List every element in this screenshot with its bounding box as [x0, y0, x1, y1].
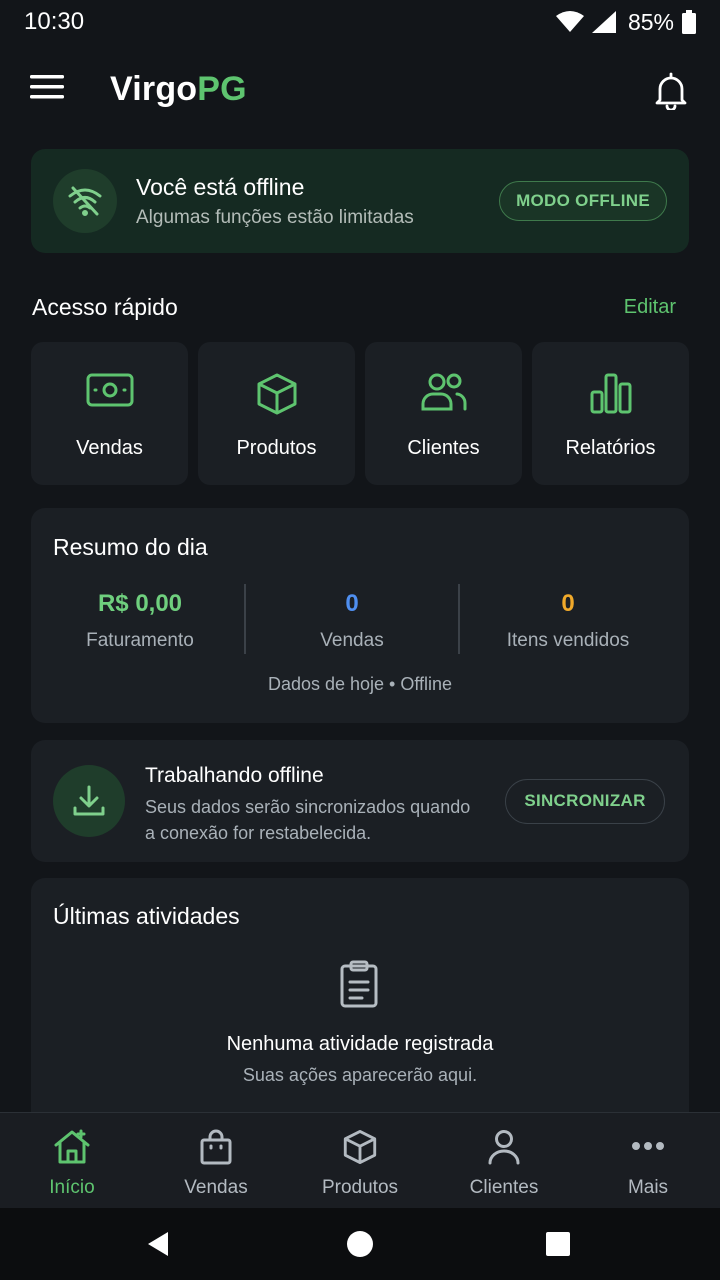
shopping-bag-icon [199, 1129, 233, 1165]
offline-mode-button[interactable]: MODO OFFLINE [499, 181, 667, 221]
box-icon [255, 372, 299, 416]
system-navigation-bar [0, 1208, 720, 1280]
bell-icon [654, 72, 690, 110]
status-icons: 85% [555, 8, 696, 36]
quick-access-relatorios[interactable]: Relatórios [532, 342, 689, 485]
status-bar: 10:30 85% [0, 0, 720, 44]
app-title-main: Virgo [110, 70, 198, 108]
home-circle-icon[interactable] [347, 1231, 373, 1257]
app-title-accent: PG [197, 70, 247, 108]
metric-sales: 0 Vendas [245, 590, 459, 652]
quick-access-label: Vendas [76, 437, 143, 459]
back-icon[interactable] [146, 1231, 170, 1257]
quick-access-label: Relatórios [565, 437, 656, 459]
battery-percentage: 85% [627, 8, 674, 35]
quick-access-label: Clientes [407, 437, 480, 459]
metric-label: Vendas [320, 630, 384, 651]
metric-value: 0 [561, 590, 575, 617]
offline-subtitle: Algumas funções estão limitadas [136, 207, 414, 228]
quick-access-grid: Vendas Produtos Clientes Relatórios [31, 342, 689, 485]
metric-value: 0 [345, 590, 359, 617]
daily-summary-card: Resumo do dia R$ 0,00 Faturamento 0 Vend… [31, 508, 689, 723]
metric-revenue: R$ 0,00 Faturamento [33, 590, 247, 652]
user-icon [487, 1129, 521, 1165]
quick-access-label: Produtos [236, 437, 317, 459]
hamburger-icon [30, 74, 68, 100]
empty-state-subtitle: Suas ações aparecerão aqui. [242, 1065, 478, 1085]
summary-title: Resumo do dia [53, 534, 208, 560]
quick-access-vendas[interactable]: Vendas [31, 342, 188, 485]
empty-state-title: Nenhuma atividade registrada [226, 1033, 494, 1055]
nav-produtos[interactable]: Produtos [288, 1113, 432, 1208]
wifi-off-icon [67, 185, 103, 217]
quick-access-title: Acesso rápido [32, 294, 178, 320]
nav-clientes[interactable]: Clientes [432, 1113, 576, 1208]
bar-chart-icon [589, 372, 633, 414]
clipboard-icon [338, 960, 380, 1008]
users-icon [420, 372, 468, 412]
nav-label: Início [49, 1177, 95, 1198]
nav-mais[interactable]: Mais [576, 1113, 720, 1208]
quick-access-clientes[interactable]: Clientes [365, 342, 522, 485]
home-icon [53, 1129, 91, 1165]
activities-title: Últimas atividades [53, 903, 240, 929]
offline-title: Você está offline [136, 174, 305, 200]
signal-icon [591, 11, 616, 33]
box-icon [342, 1129, 378, 1165]
notifications-button[interactable] [654, 72, 690, 110]
recents-icon[interactable] [546, 1232, 570, 1256]
status-time: 10:30 [24, 8, 85, 35]
nav-label: Mais [627, 1177, 669, 1198]
app-title: VirgoPG [110, 70, 247, 109]
quick-access-produtos[interactable]: Produtos [198, 342, 355, 485]
nav-label: Produtos [321, 1177, 399, 1198]
sync-title: Trabalhando offline [145, 764, 324, 787]
sync-subtitle: Seus dados serão sincronizados quando a … [145, 797, 471, 843]
divider [458, 584, 460, 654]
bottom-navigation: Início Vendas Produtos Clientes Mais [0, 1112, 720, 1208]
metric-label: Itens vendidos [506, 630, 630, 651]
metric-label: Faturamento [86, 630, 194, 651]
download-icon [72, 785, 106, 817]
offline-banner: Você está offline Algumas funções estão … [31, 149, 689, 253]
nav-label: Vendas [184, 1177, 248, 1198]
nav-vendas[interactable]: Vendas [144, 1113, 288, 1208]
edit-quick-access-link[interactable]: Editar [624, 296, 676, 319]
sync-icon-badge [53, 765, 125, 837]
more-icon [631, 1141, 665, 1151]
metric-items-sold: 0 Itens vendidos [461, 590, 675, 652]
sync-card: Trabalhando offline Seus dados serão sin… [31, 740, 689, 862]
metric-value: R$ 0,00 [97, 590, 183, 617]
summary-footer: Dados de hoje • Offline [267, 674, 453, 694]
offline-icon-badge [53, 169, 117, 233]
wifi-icon [555, 11, 584, 33]
money-icon [86, 372, 134, 408]
sync-button[interactable]: SINCRONIZAR [505, 779, 665, 824]
nav-label: Clientes [469, 1177, 539, 1198]
battery-icon [682, 10, 696, 34]
app-bar: VirgoPG [0, 56, 720, 128]
nav-inicio[interactable]: Início [0, 1113, 144, 1208]
menu-button[interactable] [30, 74, 68, 110]
recent-activities-card: Últimas atividades Nenhuma atividade reg… [31, 878, 689, 1138]
